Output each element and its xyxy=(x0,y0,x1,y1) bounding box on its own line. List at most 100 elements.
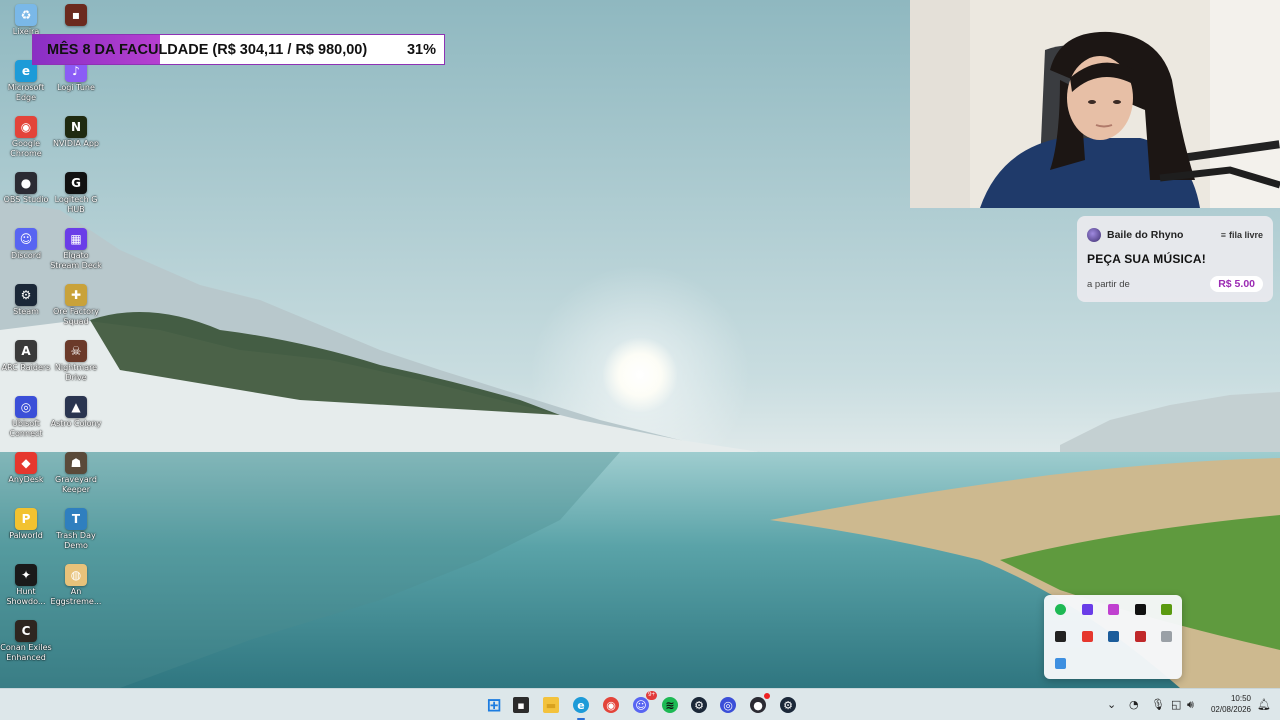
app-tray-icon[interactable] xyxy=(1108,604,1119,615)
ore-factory-icon: ✚ xyxy=(65,284,87,306)
stream-deck-tray-icon[interactable] xyxy=(1081,604,1093,615)
astro-colony-icon: ▲ xyxy=(65,396,87,418)
network-icon[interactable]: ◔ xyxy=(1129,698,1139,711)
clock-time: 10:50 xyxy=(1230,694,1251,703)
desktop-shortcut[interactable]: ✦ Hunt Showdo... xyxy=(0,560,52,607)
desktop-shortcut-label: Nightmare Drive xyxy=(54,363,98,382)
taskbar-app-discord[interactable]: ☺ 9+ xyxy=(631,691,657,715)
desktop-shortcut-label: Microsoft Edge xyxy=(7,83,45,102)
desktop-shortcut[interactable]: C Conan Exiles Enhanced xyxy=(0,616,52,663)
chrome-icon: ◉ xyxy=(15,116,37,138)
taskbar-app-terminal[interactable]: ▪ xyxy=(511,695,531,715)
recycle-bin-icon: ♻ xyxy=(15,4,37,26)
queue-status-label: fila livre xyxy=(1228,230,1263,240)
desktop-shortcut-label: NVIDIA App xyxy=(53,139,99,148)
taskbar-app-edge[interactable]: e xyxy=(571,695,591,720)
desktop-shortcut-label: AnyDesk xyxy=(8,475,44,484)
obs-icon: ● xyxy=(15,172,37,194)
anydesk-tray-icon[interactable] xyxy=(1081,631,1093,642)
goal-percent: 31% xyxy=(406,42,436,58)
eggstreme-icon: ◍ xyxy=(65,564,87,586)
price-badge: R$ 5.00 xyxy=(1210,276,1263,292)
desktop-shortcut-label: Trash Day Demo xyxy=(56,531,96,550)
terminal-icon: ▪ xyxy=(513,697,529,713)
taskbar: ⊞ ▪ ▬ e ◉ ☺ 9+ ≋ ⚙ ◎ ● ⚙ ⌄ ◔ 🎙︎ ◱ 🔊︎ 10:50 02/08/20… xyxy=(0,688,1280,720)
desktop-shortcut[interactable]: ✚ Ore Factory Squad xyxy=(50,280,102,327)
desktop-shortcut[interactable]: P Palworld xyxy=(0,504,52,541)
desktop-shortcut[interactable]: ⚙ Steam xyxy=(0,280,52,317)
start-button[interactable]: ⊞ xyxy=(484,694,504,716)
taskbar-app-obs[interactable]: ● xyxy=(748,693,770,715)
desktop-shortcut[interactable]: ▦ Elgato Stream Deck xyxy=(50,224,102,271)
streamer-name: Baile do Rhyno xyxy=(1107,229,1184,241)
trash-day-icon: T xyxy=(65,508,87,530)
taskbar-app-explorer[interactable]: ▬ xyxy=(541,695,561,715)
misc-tray-icon[interactable] xyxy=(1161,631,1172,642)
desktop-shortcut[interactable]: ◎ Ubisoft Connect xyxy=(0,392,52,439)
desktop-shortcut-label: Hunt Showdo... xyxy=(6,587,46,606)
desktop-shortcut-label: Logitech G HUB xyxy=(54,195,98,214)
desktop-shortcut-label: Elgato Stream Deck xyxy=(50,251,102,270)
taskbar-app-chrome[interactable]: ◉ xyxy=(601,695,621,715)
steam-tray-icon[interactable] xyxy=(1108,631,1119,642)
chrome-icon: ◉ xyxy=(603,697,619,713)
desktop-shortcut-label: Google Chrome xyxy=(10,139,42,158)
desktop-shortcut[interactable]: T Trash Day Demo xyxy=(50,504,102,551)
palworld-icon: P xyxy=(15,508,37,530)
desktop-shortcut-label: Steam xyxy=(13,307,39,316)
chevron-up-icon[interactable]: ⌄ xyxy=(1107,698,1116,711)
desktop-shortcut[interactable]: ▪ xyxy=(50,0,102,27)
desktop-shortcut[interactable]: ◉ Google Chrome xyxy=(0,112,52,159)
desktop-shortcut-label: Palworld xyxy=(9,531,43,540)
queue-list-icon: ≡ xyxy=(1220,230,1226,240)
goal-progress-bar: MÊS 8 DA FACULDADE (R$ 304,11 / R$ 980,0… xyxy=(32,34,445,65)
volume-icon[interactable]: 🔊︎ xyxy=(1187,698,1194,712)
hunt-showdown-icon: ✦ xyxy=(15,564,37,586)
desktop-shortcut-label: An Eggstreme... xyxy=(50,587,102,606)
discord-icon: ☺ xyxy=(633,697,649,713)
discord-notification-badge: 9+ xyxy=(646,691,657,700)
ubisoft-icon: ◎ xyxy=(720,697,736,713)
desktop-shortcut[interactable]: A ARC Raiders xyxy=(0,336,52,373)
recording-dot-icon xyxy=(764,693,770,699)
desktop-shortcut-label: Astro Colony xyxy=(50,419,102,428)
desktop-shortcut[interactable]: ● OBS Studio xyxy=(0,168,52,205)
desktop-shortcut[interactable]: ◆ AnyDesk xyxy=(0,448,52,485)
graveyard-keeper-icon: ☗ xyxy=(65,452,87,474)
microphone-icon[interactable]: 🎙︎ xyxy=(1151,698,1165,711)
desktop-shortcut-label: Ubisoft Connect xyxy=(9,419,43,438)
taskbar-app-steam[interactable]: ⚙ xyxy=(689,695,709,715)
edge-icon: e xyxy=(573,697,589,713)
desktop-shortcut-label: ARC Raiders xyxy=(1,363,51,372)
clock-date: 02/08/2026 xyxy=(1210,705,1251,714)
desktop-shortcut[interactable]: ▲ Astro Colony xyxy=(50,392,102,429)
desktop-shortcut[interactable]: G Logitech G HUB xyxy=(50,168,102,215)
nvidia-tray-icon[interactable] xyxy=(1161,604,1172,615)
steam-icon: ⚙ xyxy=(780,697,796,713)
taskbar-app-ubisoft[interactable]: ◎ xyxy=(718,695,738,715)
game-tray-icon[interactable] xyxy=(1134,631,1146,642)
network-tray-icon[interactable] xyxy=(1055,658,1066,669)
windows-icon: ⊞ xyxy=(486,694,502,716)
obs-tray-icon[interactable] xyxy=(1055,631,1066,642)
tray-overflow-popup xyxy=(1044,595,1182,679)
desktop-shortcut[interactable]: N NVIDIA App xyxy=(50,112,102,149)
obs-icon: ● xyxy=(750,697,766,713)
goal-label: MÊS 8 DA FACULDADE (R$ 304,11 / R$ 980,0… xyxy=(47,42,368,58)
clock[interactable]: 10:50 02/08/2026 xyxy=(1203,693,1251,715)
notification-bell-icon[interactable]: 🔔︎ xyxy=(1257,698,1271,711)
spotify-tray-icon[interactable] xyxy=(1055,604,1066,615)
desktop-shortcut[interactable]: ☗ Graveyard Keeper xyxy=(50,448,102,495)
wifi-icon[interactable]: ◱ xyxy=(1171,698,1181,711)
taskbar-app-steam-2[interactable]: ⚙ xyxy=(778,695,798,715)
desktop-shortcut[interactable]: ☠ Nightmare Drive xyxy=(50,336,102,383)
desktop-shortcut[interactable]: ☺ Discord xyxy=(0,224,52,261)
game-icon: ▪ xyxy=(65,4,87,26)
taskbar-app-spotify[interactable]: ≋ xyxy=(660,695,680,715)
desktop-shortcut[interactable]: ◍ An Eggstreme... xyxy=(50,560,102,607)
steam-icon: ⚙ xyxy=(15,284,37,306)
ghub-tray-icon[interactable] xyxy=(1134,604,1146,615)
nvidia-icon: N xyxy=(65,116,87,138)
desktop-shortcut[interactable]: ♻ Lixeira xyxy=(0,0,52,37)
nightmare-drive-icon: ☠ xyxy=(65,340,87,362)
